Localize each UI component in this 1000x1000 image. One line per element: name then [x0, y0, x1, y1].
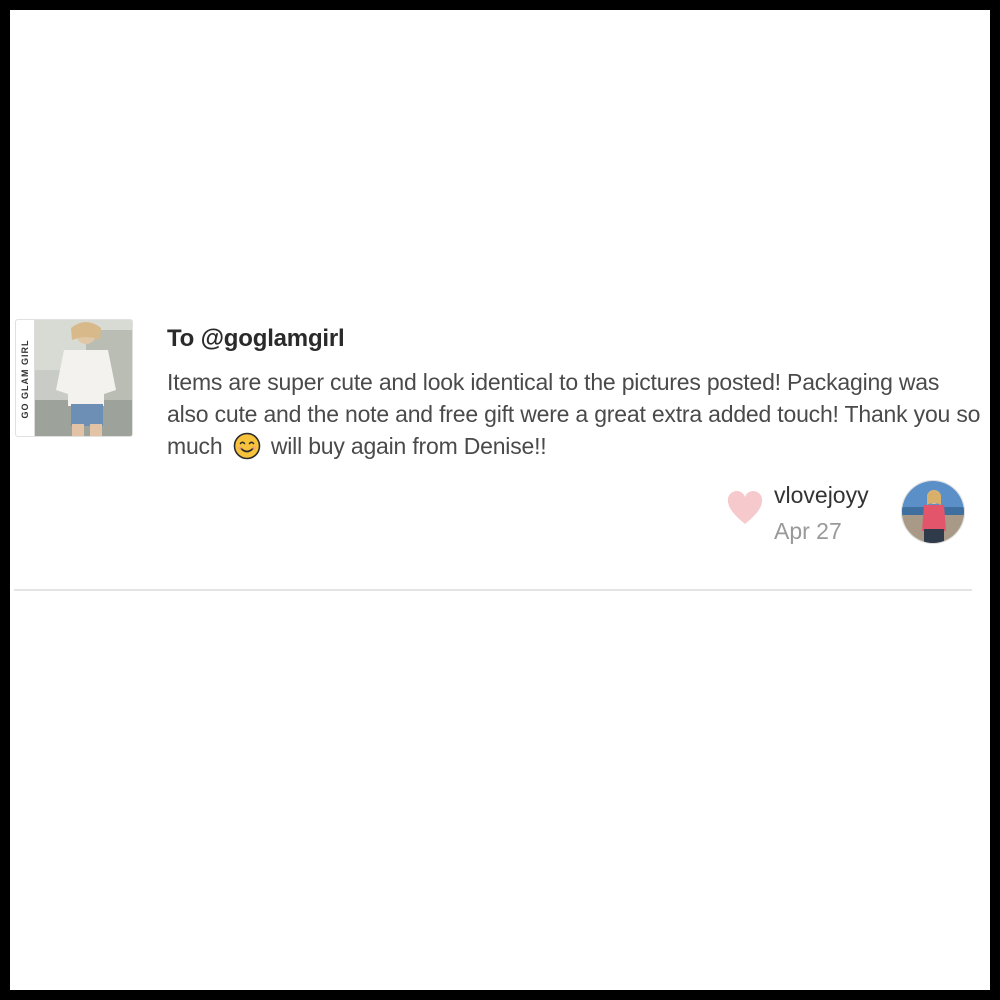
- listing-thumbnail[interactable]: GO GLAM GIRL: [15, 319, 133, 437]
- reviewer-username[interactable]: vlovejoyy: [774, 482, 869, 509]
- divider: [14, 589, 972, 591]
- review-panel: GO GLAM GIRL To @goglamgirl Items are su…: [10, 10, 990, 990]
- review-text: Items are super cute and look identical …: [167, 366, 982, 462]
- brand-label-strip: GO GLAM GIRL: [16, 320, 35, 436]
- reviewer-avatar[interactable]: [901, 480, 965, 544]
- review-recipient: To @goglamgirl: [167, 325, 345, 352]
- brand-label: GO GLAM GIRL: [20, 339, 30, 419]
- avatar-photo: [902, 481, 964, 543]
- review-date: Apr 27: [774, 518, 842, 544]
- heart-icon[interactable]: [726, 490, 764, 526]
- smiling-face-icon: [233, 432, 260, 460]
- review-item: GO GLAM GIRL To @goglamgirl Items are su…: [10, 310, 990, 591]
- review-text-part-2: will buy again from Denise!!: [270, 433, 547, 459]
